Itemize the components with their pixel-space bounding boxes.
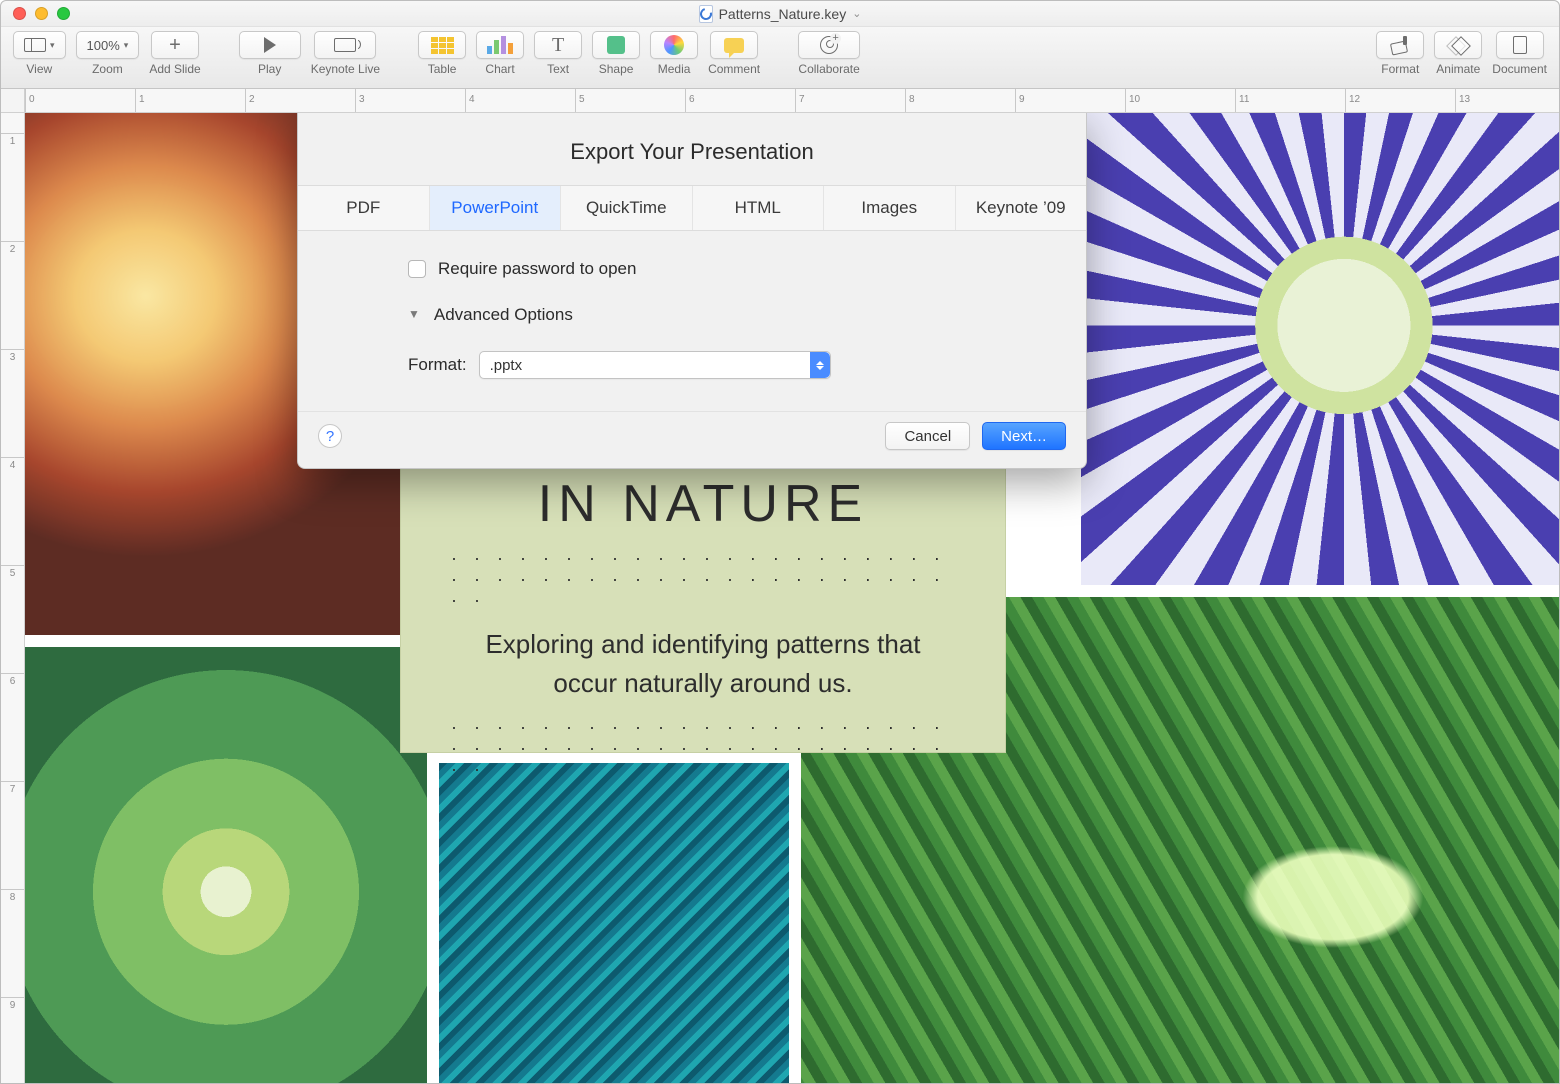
keynote-live-label: Keynote Live (311, 62, 380, 76)
play-icon (264, 37, 276, 53)
toolbar: ▾ View 100% ▾ Zoom + Add Slide Play Keyno… (1, 27, 1559, 89)
animate-button[interactable]: Animate (1434, 31, 1482, 76)
tab-powerpoint[interactable]: PowerPoint (430, 186, 562, 230)
document-button[interactable]: Document (1492, 31, 1547, 76)
view-button[interactable]: ▾ View (13, 31, 66, 76)
tab-html[interactable]: HTML (693, 186, 825, 230)
chart-button[interactable]: Chart (476, 31, 524, 76)
document-pane-icon (1513, 36, 1527, 54)
require-password-label: Require password to open (438, 259, 636, 279)
add-slide-button[interactable]: + Add Slide (149, 31, 200, 76)
zoom-label: Zoom (92, 62, 123, 76)
format-label: Format (1381, 62, 1419, 76)
chart-label: Chart (485, 62, 514, 76)
require-password-checkbox[interactable] (408, 260, 426, 278)
play-label: Play (258, 62, 281, 76)
next-button[interactable]: Next… (982, 422, 1066, 450)
dialog-title: Export Your Presentation (298, 113, 1086, 185)
shape-button[interactable]: Shape (592, 31, 640, 76)
plus-icon: + (169, 35, 181, 55)
format-label: Format: (408, 355, 467, 375)
minimize-window-button[interactable] (35, 7, 48, 20)
text-button[interactable]: T Text (534, 31, 582, 76)
play-button[interactable]: Play (239, 31, 301, 76)
text-label: Text (547, 62, 569, 76)
advanced-options-label[interactable]: Advanced Options (434, 305, 573, 325)
format-select-value: .pptx (490, 357, 523, 374)
add-slide-label: Add Slide (149, 62, 200, 76)
ruler-vertical: 123456789 (1, 113, 25, 1083)
image-succulent[interactable] (25, 647, 427, 1083)
tab-pdf[interactable]: PDF (298, 186, 430, 230)
broadcast-icon (334, 38, 356, 52)
keynote-live-button[interactable]: Keynote Live (311, 31, 380, 76)
comment-icon (724, 38, 744, 53)
shape-icon (607, 36, 625, 54)
paintbrush-icon (1391, 36, 1409, 54)
title-dropdown-icon[interactable]: ⌄ (852, 7, 861, 20)
zoom-window-button[interactable] (57, 7, 70, 20)
table-button[interactable]: Table (418, 31, 466, 76)
divider-dots: · · · · · · · · · · · · · · · · · · · · … (451, 548, 955, 611)
chevron-down-icon: ▾ (50, 40, 55, 51)
disclosure-triangle-icon[interactable]: ▼ (408, 307, 420, 321)
format-select[interactable]: .pptx (479, 351, 831, 379)
view-label: View (26, 62, 52, 76)
media-button[interactable]: Media (650, 31, 698, 76)
chart-icon (487, 36, 513, 54)
slide-subtitle[interactable]: Exploring and identifying patterns that … (451, 625, 955, 703)
export-format-tabs: PDF PowerPoint QuickTime HTML Images Key… (298, 185, 1086, 231)
collaborate-label: Collaborate (798, 62, 859, 76)
media-icon (664, 35, 684, 55)
collaborate-icon (820, 36, 838, 54)
comment-label: Comment (708, 62, 760, 76)
media-label: Media (658, 62, 691, 76)
slide-canvas[interactable]: IN NATURE · · · · · · · · · · · · · · · … (25, 113, 1559, 1083)
tab-quicktime[interactable]: QuickTime (561, 186, 693, 230)
format-button[interactable]: Format (1376, 31, 1424, 76)
app-window: Patterns_Nature.key ⌄ ▾ View 100% ▾ Zoom … (0, 0, 1560, 1084)
titlebar: Patterns_Nature.key ⌄ (1, 1, 1559, 27)
collaborate-button[interactable]: Collaborate (798, 31, 860, 76)
image-passionflower[interactable] (1081, 113, 1559, 585)
window-controls (13, 7, 70, 20)
close-window-button[interactable] (13, 7, 26, 20)
zoom-value: 100% (87, 38, 120, 53)
cancel-button[interactable]: Cancel (885, 422, 970, 450)
document-title: Patterns_Nature.key (719, 6, 847, 22)
view-icon (24, 38, 46, 52)
workspace: 012345678910111213 123456789 IN NATURE ·… (1, 89, 1559, 1083)
image-feathers[interactable] (439, 763, 789, 1083)
shape-label: Shape (599, 62, 634, 76)
ruler-horizontal: 012345678910111213 (25, 89, 1559, 113)
export-dialog: Export Your Presentation PDF PowerPoint … (297, 113, 1087, 469)
comment-button[interactable]: Comment (708, 31, 760, 76)
chevron-down-icon: ▾ (124, 40, 129, 51)
divider-dots: · · · · · · · · · · · · · · · · · · · · … (451, 717, 955, 780)
slide-title[interactable]: IN NATURE (538, 474, 868, 534)
tab-keynote09[interactable]: Keynote ’09 (956, 186, 1087, 230)
animate-label: Animate (1436, 62, 1480, 76)
select-stepper-icon (810, 352, 830, 378)
table-label: Table (428, 62, 457, 76)
document-label: Document (1492, 62, 1547, 76)
table-icon (431, 37, 454, 54)
tab-images[interactable]: Images (824, 186, 956, 230)
animate-icon (1449, 36, 1467, 54)
document-icon (699, 5, 713, 23)
ruler-corner (1, 89, 25, 113)
text-icon: T (552, 34, 564, 57)
zoom-button[interactable]: 100% ▾ Zoom (76, 31, 140, 76)
help-button[interactable]: ? (318, 424, 342, 448)
